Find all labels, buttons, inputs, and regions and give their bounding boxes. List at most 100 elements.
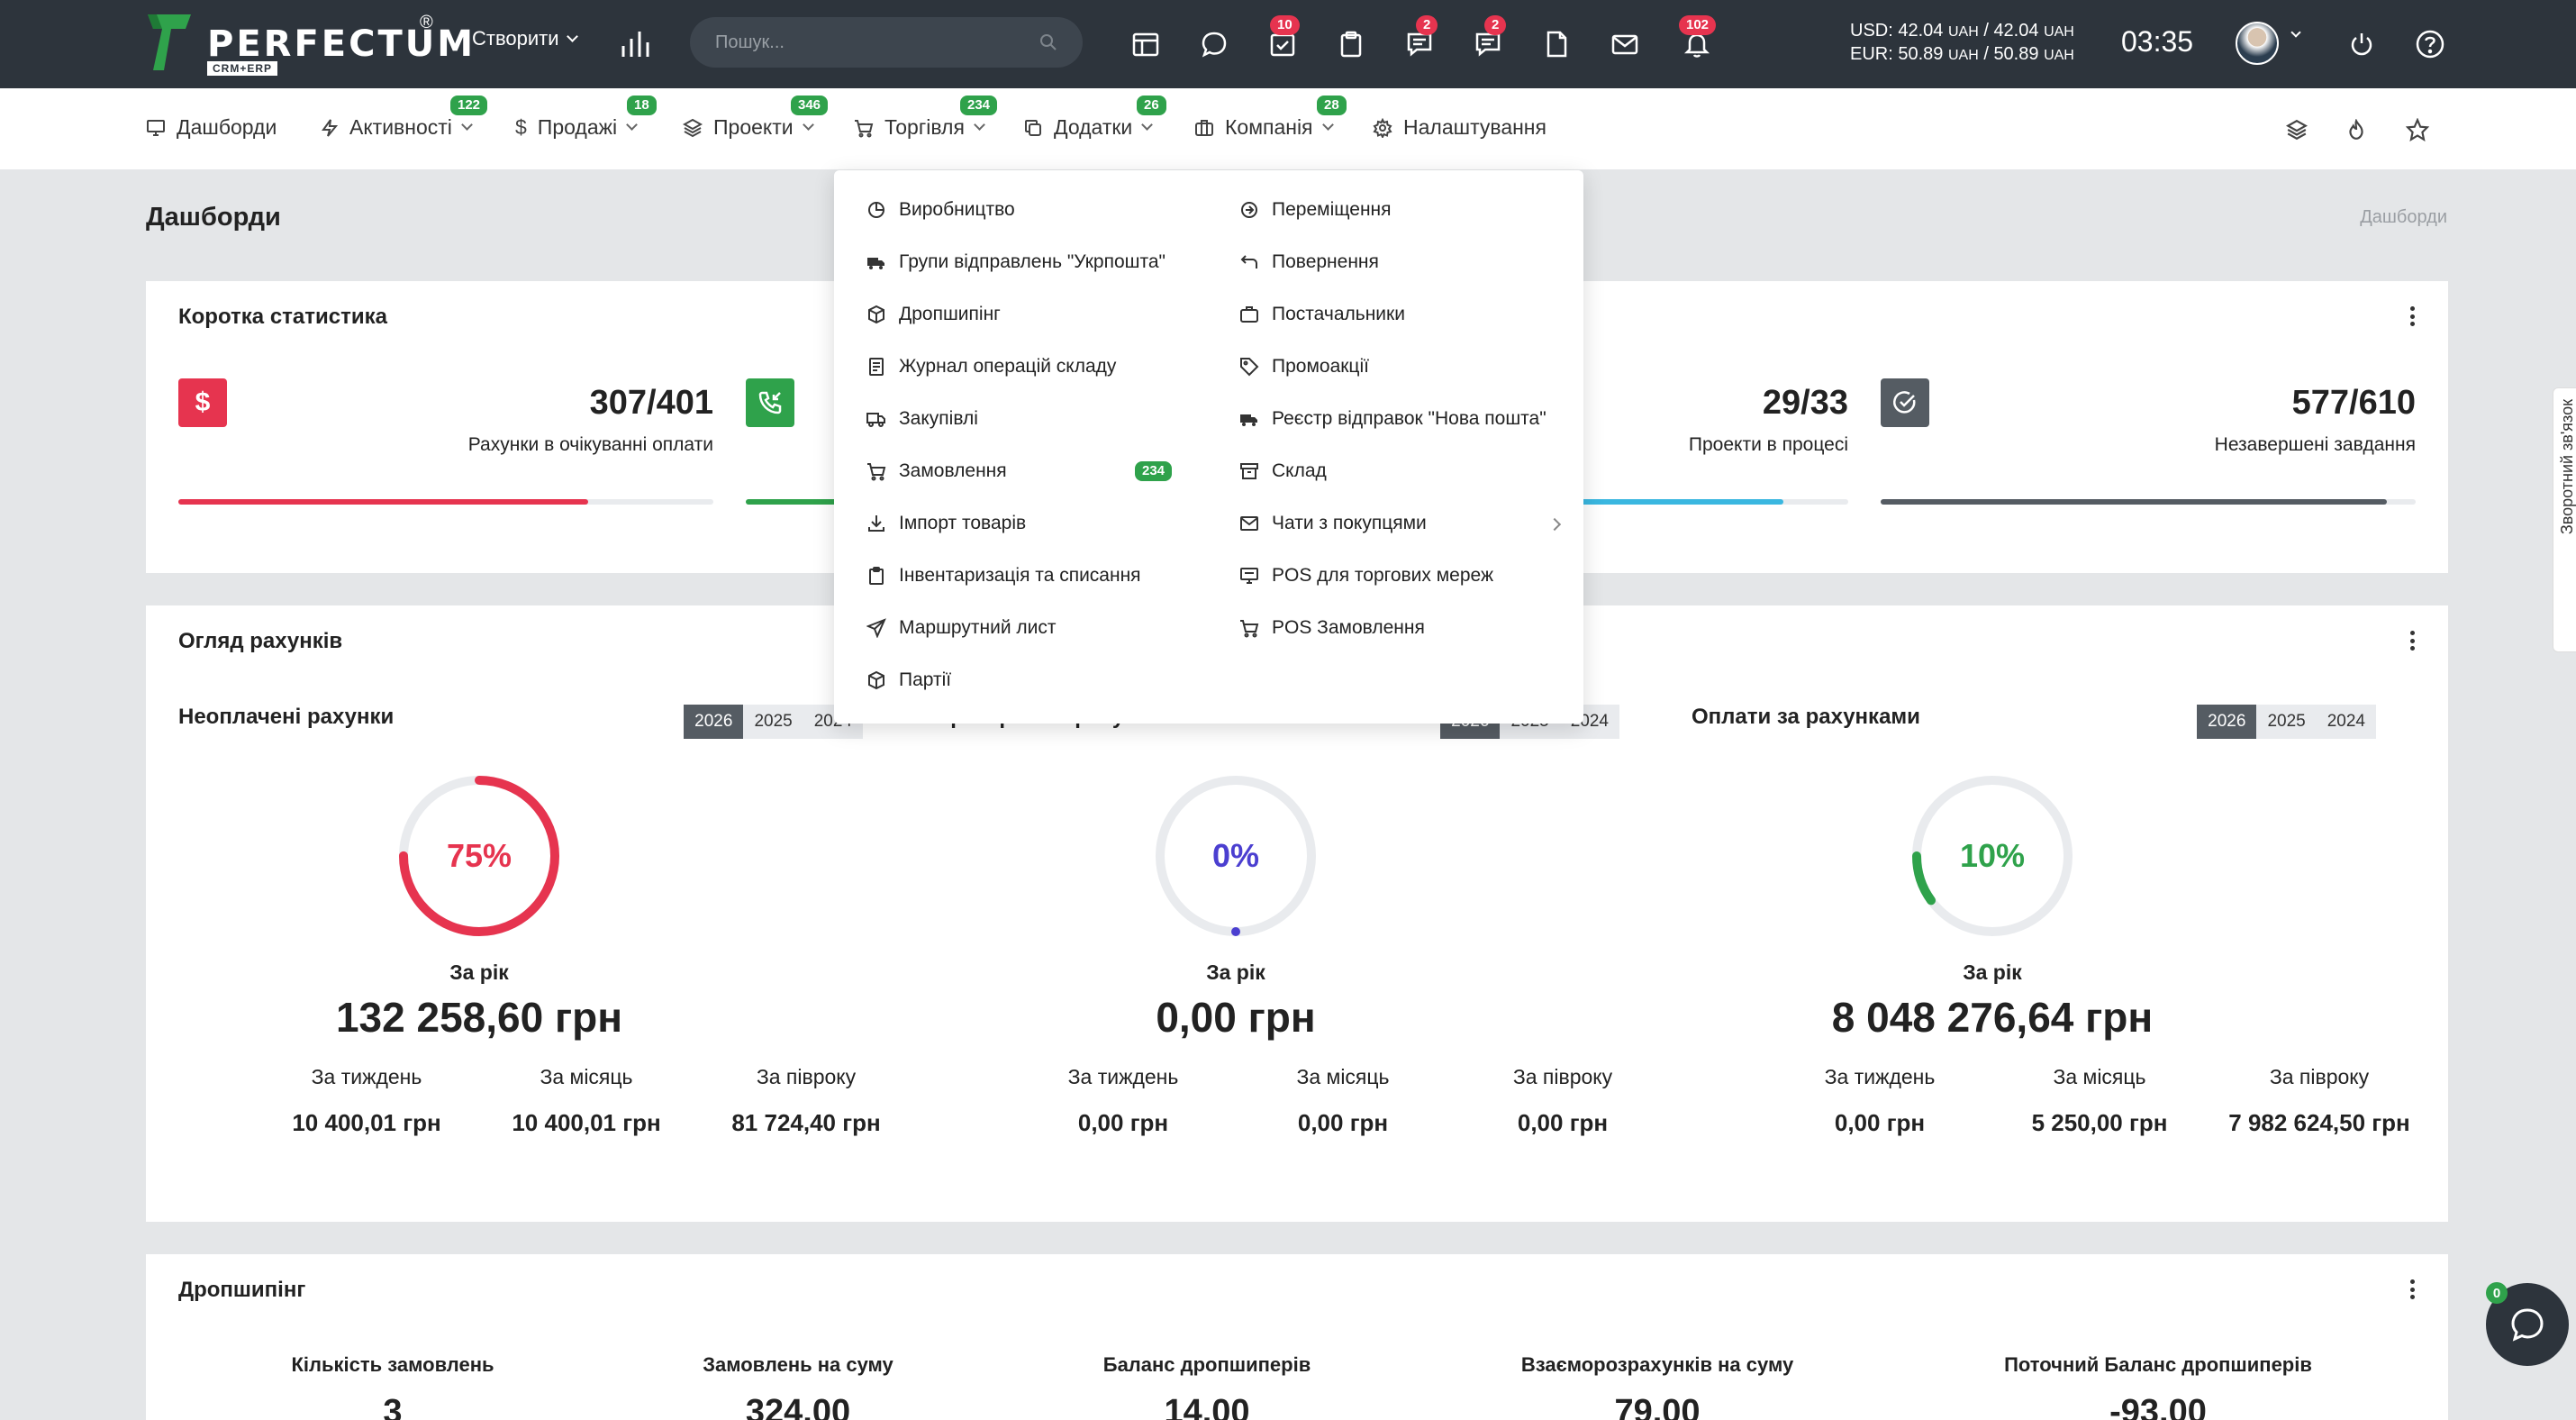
menu-item-dashboards[interactable]: Дашборди bbox=[146, 115, 277, 140]
invoices-card-title: Огляд рахунків bbox=[178, 629, 343, 653]
search-input[interactable] bbox=[715, 32, 1039, 53]
dropdown-item-promotions[interactable]: Промоакції bbox=[1239, 349, 1369, 385]
dropdown-item-label: Групи відправлень "Укрпошта" bbox=[899, 251, 1166, 272]
year-option[interactable]: 2026 bbox=[684, 705, 744, 739]
chevron-down-icon[interactable] bbox=[2290, 27, 2301, 38]
year-option[interactable]: 2026 bbox=[2197, 705, 2257, 739]
stat-invoices-awaiting: $ 307/401 Рахунки в очікуванні оплати bbox=[178, 378, 713, 505]
dropship-card-title: Дропшипінг bbox=[178, 1278, 306, 1302]
file-icon[interactable] bbox=[1538, 26, 1574, 62]
sub-stat-value: 0,00 грн bbox=[1834, 1109, 1926, 1136]
bar-chart-icon[interactable] bbox=[620, 26, 650, 59]
monitor-icon bbox=[1240, 568, 1258, 584]
dropdown-item-pos-orders[interactable]: POS Замовлення bbox=[1239, 610, 1425, 646]
feedback-side-tab[interactable]: Зворотний зв'язок bbox=[2553, 387, 2576, 652]
year-option[interactable]: 2024 bbox=[2317, 705, 2376, 739]
breadcrumb[interactable]: Дашборди bbox=[2360, 207, 2447, 228]
dropdown-item-warehouse-journal[interactable]: Журнал операцій складу bbox=[866, 349, 1116, 385]
dropdown-item-ukrposhta-groups[interactable]: Групи відправлень "Укрпошта" bbox=[866, 244, 1166, 280]
dropdown-item-pos-retail[interactable]: POS для торгових мереж bbox=[1239, 558, 1493, 594]
help-icon[interactable] bbox=[2412, 26, 2448, 62]
search-icon[interactable] bbox=[1039, 33, 1057, 51]
star-icon[interactable] bbox=[2401, 114, 2434, 146]
dropdown-item-orders[interactable]: Замовлення bbox=[866, 453, 1007, 489]
arrow-circle-icon bbox=[1241, 202, 1257, 218]
logo[interactable]: PERFECTUM ® CRM+ERP bbox=[144, 13, 473, 76]
lightning-icon bbox=[322, 118, 339, 137]
dropdown-item-batches[interactable]: Партії bbox=[866, 662, 951, 698]
year-option[interactable]: 2025 bbox=[743, 705, 803, 739]
dropship-stat-value: 324.00 bbox=[745, 1393, 851, 1420]
sub-stat-value: 7 982 624,50 грн bbox=[2228, 1109, 2410, 1136]
menu-item-trade[interactable]: Торгівля 234 bbox=[854, 96, 998, 140]
percent-text: 10% bbox=[1959, 837, 2026, 874]
menu-item-addons[interactable]: Додатки 26 bbox=[1023, 96, 1166, 140]
dropdown-item-dropshipping[interactable]: Дропшипінг bbox=[866, 296, 1001, 332]
create-button[interactable]: Створити bbox=[472, 27, 578, 50]
package-icon bbox=[868, 670, 884, 690]
layers-icon bbox=[683, 118, 703, 137]
search-box[interactable] bbox=[690, 17, 1083, 68]
sub-stat-label: За місяць bbox=[1296, 1065, 1390, 1088]
flame-icon[interactable] bbox=[2340, 114, 2372, 146]
copy-icon bbox=[1025, 119, 1041, 136]
dropdown-item-label: Реєстр відправок "Нова пошта" bbox=[1272, 408, 1547, 429]
chevron-down-icon bbox=[461, 119, 473, 131]
layers-icon[interactable] bbox=[2281, 114, 2313, 146]
dropship-stat: Поточний Баланс дропшиперів -93.00 bbox=[1969, 1353, 2347, 1420]
avatar[interactable] bbox=[2236, 22, 2279, 65]
usd-sell: 42.04 bbox=[1993, 21, 2039, 41]
dropship-stat: Замовлень на суму 324.00 bbox=[609, 1353, 987, 1420]
dropdown-item-warehouse[interactable]: Склад bbox=[1239, 453, 1327, 489]
dropdown-item-returns[interactable]: Повернення bbox=[1239, 244, 1379, 280]
chevron-down-icon bbox=[566, 30, 578, 42]
chevron-down-icon bbox=[974, 119, 985, 131]
truck-icon bbox=[1240, 414, 1257, 426]
more-options-icon[interactable] bbox=[2403, 1276, 2421, 1303]
menu-item-settings[interactable]: Налаштування bbox=[1373, 115, 1547, 140]
dropdown-item-suppliers[interactable]: Постачальники bbox=[1239, 296, 1405, 332]
notifications-badge: 102 bbox=[1679, 15, 1717, 35]
power-icon[interactable] bbox=[2344, 26, 2380, 62]
invoice-column-title: Оплати за рахунками bbox=[1692, 705, 1920, 729]
menu-label: Додатки bbox=[1054, 115, 1133, 139]
dropdown-item-transfers[interactable]: Переміщення bbox=[1239, 192, 1392, 228]
comments-icon[interactable]: 2 bbox=[1470, 15, 1507, 62]
menu-item-sales[interactable]: $ Продажі 18 bbox=[515, 96, 657, 140]
chat-bubble-icon[interactable] bbox=[1196, 26, 1232, 62]
dropdown-item-novaposhta-registry[interactable]: Реєстр відправок "Нова пошта" bbox=[1239, 401, 1547, 437]
dropdown-item-label: Журнал операцій складу bbox=[899, 356, 1117, 377]
menu-item-company[interactable]: Компанія 28 bbox=[1194, 96, 1347, 140]
dropdown-item-inventory[interactable]: Інвентаризація та списання bbox=[866, 558, 1141, 594]
dropdown-item-route-sheet[interactable]: Маршрутний лист bbox=[866, 610, 1057, 646]
more-options-icon[interactable] bbox=[2403, 627, 2421, 654]
bell-icon[interactable]: 102 bbox=[1679, 15, 1717, 62]
sub-stat-value: 81 724,40 грн bbox=[731, 1109, 881, 1136]
more-options-icon[interactable] bbox=[2403, 303, 2421, 330]
box-icon bbox=[868, 305, 884, 324]
year-option[interactable]: 2025 bbox=[2256, 705, 2316, 739]
dropdown-item-import-products[interactable]: Імпорт товарів bbox=[866, 505, 1026, 542]
top-bar: PERFECTUM ® CRM+ERP Створити 10 2 2 bbox=[0, 0, 2576, 88]
dropdown-item-customer-chats[interactable]: Чати з покупцями bbox=[1239, 505, 1564, 542]
dropdown-item-label: Партії bbox=[899, 669, 952, 690]
dropdown-item-label: Замовлення bbox=[899, 460, 1007, 481]
dropdown-item-purchases[interactable]: Закупівлі bbox=[866, 401, 978, 437]
year-label: За рік bbox=[449, 960, 509, 984]
tasks-icon[interactable]: 10 bbox=[1265, 15, 1301, 62]
dropdown-item-production[interactable]: Виробництво bbox=[866, 192, 1015, 228]
messages-icon[interactable]: 2 bbox=[1401, 15, 1438, 62]
sub-stat-label: За місяць bbox=[540, 1065, 633, 1088]
stat-label: Проекти в процесі bbox=[1688, 434, 1848, 455]
menu-item-activities[interactable]: Активності 122 bbox=[321, 96, 488, 140]
check-circle-icon bbox=[1881, 378, 1929, 427]
menu-label: Торгівля bbox=[884, 115, 965, 139]
menu-item-projects[interactable]: Проекти 346 bbox=[683, 96, 829, 140]
mail-icon[interactable] bbox=[1607, 26, 1643, 62]
gear-icon bbox=[1373, 117, 1392, 138]
clipboard-icon[interactable] bbox=[1333, 26, 1369, 62]
sub-stat-halfyear: За півроку 0,00 грн bbox=[1450, 1065, 1675, 1137]
calendar-icon[interactable] bbox=[1128, 26, 1164, 62]
orders-badge: 234 bbox=[1135, 461, 1173, 481]
page-title: Дашборди bbox=[146, 203, 281, 232]
